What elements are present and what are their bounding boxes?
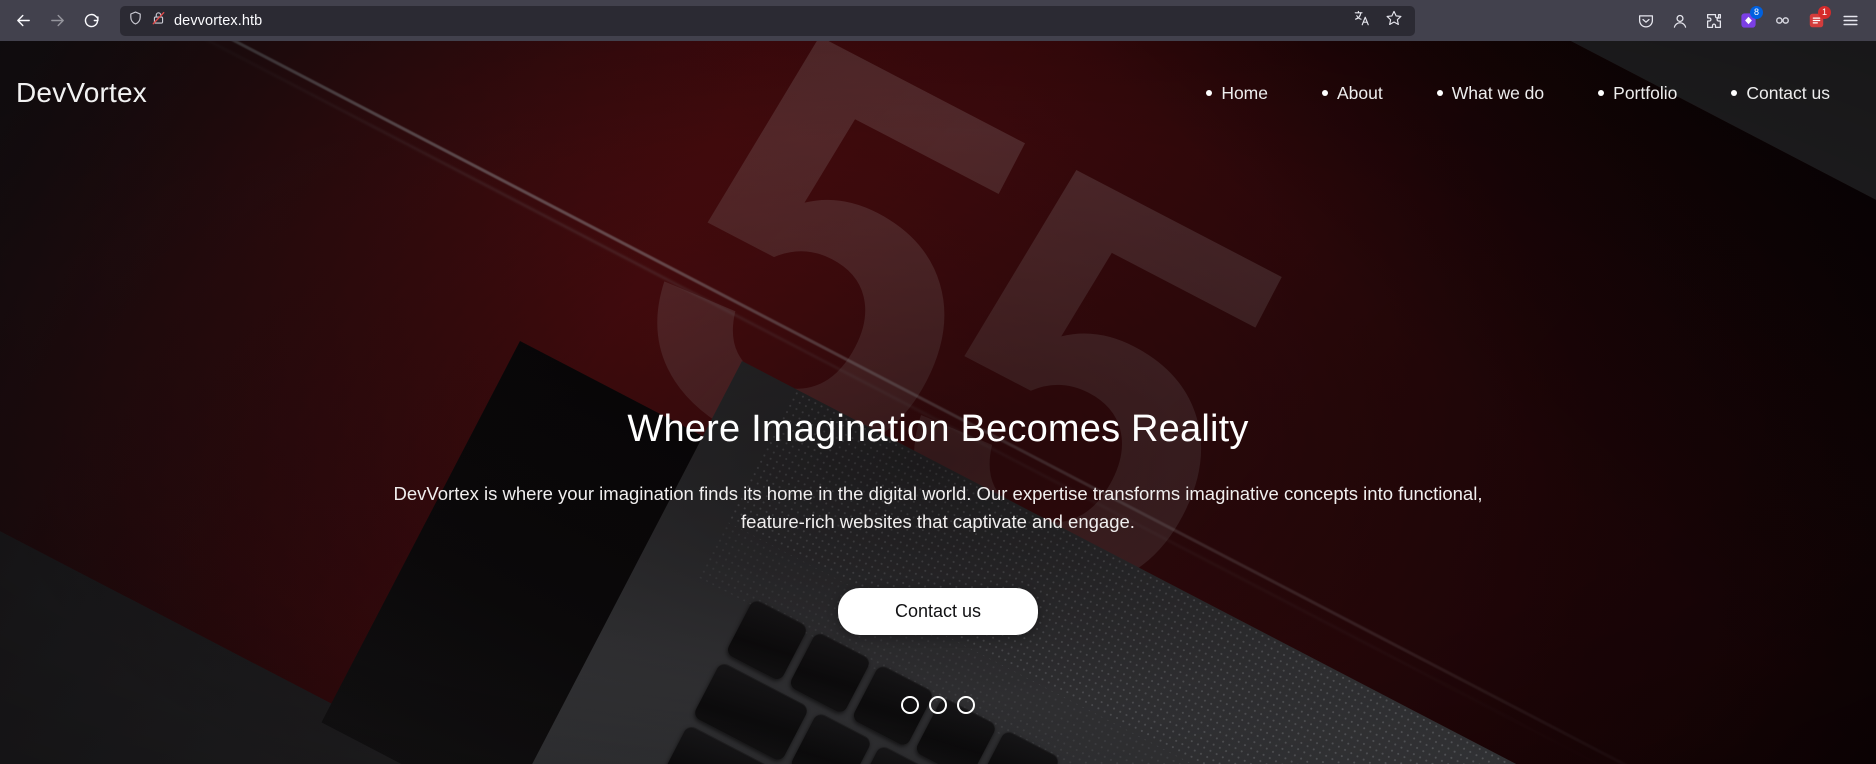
hero-paragraph: DevVortex is where your imagination find… [393,482,1483,532]
bullet-dot-icon [1322,90,1328,96]
carousel-dot-3[interactable] [957,695,975,714]
puzzle-extension-icon[interactable]: 8 [1732,5,1764,37]
nav-item-what-we-do[interactable]: What we do [1436,82,1545,104]
nav-item-label: Home [1221,82,1268,103]
nav-item-portfolio[interactable]: Portfolio [1598,83,1677,104]
pocket-icon[interactable] [1630,5,1662,37]
hero-heading: Where Imagination Becomes Reality [627,408,1249,450]
forward-arrow-icon [49,12,66,29]
nav-item-label: Portfolio [1613,82,1678,103]
url-text[interactable]: devvortex.htb [174,13,1345,29]
reload-icon [83,12,100,29]
carousel-indicators [901,695,975,714]
extensions-icon[interactable] [1698,5,1730,37]
notification-extension-icon[interactable]: 1 [1800,5,1832,37]
nav-item-label: What we do [1451,82,1545,103]
bullet-dot-icon [1206,90,1213,96]
site-logo[interactable]: DevVortex [16,77,147,109]
bullet-dot-icon [1436,90,1443,96]
carousel-dot-1[interactable] [901,695,919,714]
app-menu-icon[interactable] [1834,5,1866,37]
account-icon[interactable] [1664,5,1696,37]
notification-extension-badge: 1 [1818,5,1831,19]
translate-icon[interactable] [1353,9,1371,32]
bullet-dot-icon [1731,90,1738,96]
nav-item-about[interactable]: About [1322,83,1383,104]
main-navigation: Home About What we do Portfolio Contact … [1206,83,1830,104]
browser-toolbar: devvortex.htb 8 1 [0,0,1876,41]
link-extension-icon[interactable] [1766,5,1798,37]
nav-item-home[interactable]: Home [1206,83,1268,104]
carousel-dot-2[interactable] [929,695,947,714]
toolbar-icon-group: 8 1 [1630,5,1870,37]
back-arrow-icon [15,12,32,29]
star-icon[interactable] [1385,9,1403,32]
contact-us-button[interactable]: Contact us [838,587,1038,635]
bullet-dot-icon [1598,90,1605,96]
back-button[interactable] [6,4,40,38]
nav-item-label: About [1337,82,1383,103]
site-header: DevVortex Home About What we do Portfoli… [0,41,1876,145]
nav-item-label: Contact us [1746,82,1830,103]
reload-button[interactable] [74,4,108,38]
shield-icon[interactable] [128,10,143,31]
address-bar[interactable]: devvortex.htb [120,5,1415,36]
hero-section: Where Imagination Becomes Reality DevVor… [0,41,1876,764]
nav-item-contact-us[interactable]: Contact us [1731,83,1830,104]
lock-crossed-icon[interactable] [151,10,166,31]
puzzle-extension-badge: 8 [1750,5,1763,19]
page-viewport: 55 [0,41,1876,764]
forward-button[interactable] [40,4,74,38]
